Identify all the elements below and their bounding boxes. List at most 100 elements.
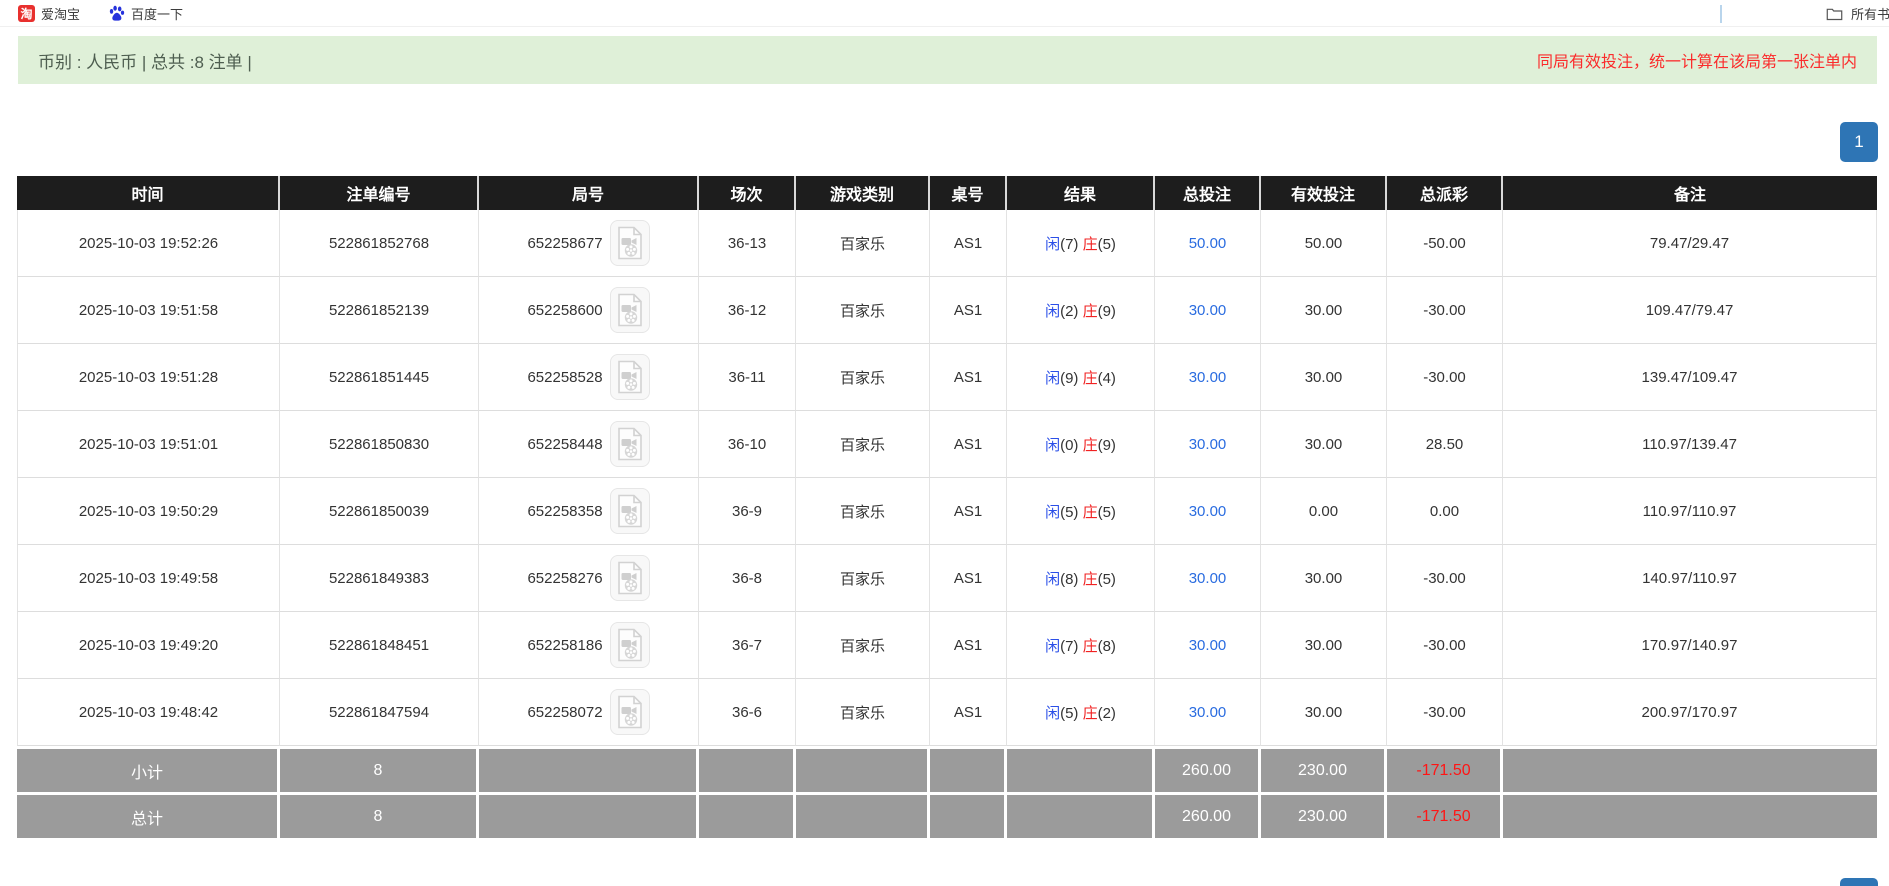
- bookmark-taobao[interactable]: 淘 爱淘宝: [18, 4, 80, 23]
- table-no: AS1: [930, 679, 1007, 746]
- game-type: 百家乐: [796, 545, 930, 612]
- table-row: 2025-10-03 19:49:58522861849383652258276…: [17, 545, 1877, 612]
- result-player-label: 闲: [1045, 705, 1060, 722]
- video-replay-button[interactable]: [610, 421, 650, 467]
- video-replay-button[interactable]: [610, 622, 650, 668]
- pagination-page-button-bottom[interactable]: 1: [1840, 878, 1878, 886]
- video-replay-button[interactable]: [610, 555, 650, 601]
- payout: -30.00: [1387, 344, 1503, 411]
- total-bet-link[interactable]: 30.00: [1189, 503, 1227, 520]
- bet-id: 522861850039: [280, 478, 479, 545]
- game-number: 652258072: [527, 704, 602, 721]
- bet-time: 2025-10-03 19:51:58: [17, 277, 280, 344]
- total-bet-link[interactable]: 50.00: [1189, 235, 1227, 252]
- game-no-wrap: 652258528: [479, 354, 698, 400]
- game-no-wrap: 652258358: [479, 488, 698, 534]
- bet-id: 522861852768: [280, 210, 479, 277]
- game-type: 百家乐: [796, 277, 930, 344]
- session-no: 36-7: [699, 612, 796, 679]
- valid-bet: 30.00: [1261, 344, 1387, 411]
- result-banker-label: 庄: [1083, 437, 1098, 454]
- game-no-wrap: 652258600: [479, 287, 698, 333]
- payout: -50.00: [1387, 210, 1503, 277]
- game-number: 652258358: [527, 503, 602, 520]
- table-no: AS1: [930, 411, 1007, 478]
- column-header: 总投注: [1155, 176, 1261, 210]
- table-row: 2025-10-03 19:51:01522861850830652258448…: [17, 411, 1877, 478]
- summary-empty-cell: [1503, 746, 1877, 792]
- total-bet-link[interactable]: 30.00: [1189, 369, 1227, 386]
- game-type: 百家乐: [796, 344, 930, 411]
- video-replay-icon: [617, 628, 643, 662]
- total-row: 总计8 260.00230.00-171.50: [17, 792, 1877, 838]
- baidu-icon: [108, 5, 125, 22]
- bet-id: 522861851445: [280, 344, 479, 411]
- remark: 79.47/29.47: [1503, 210, 1877, 277]
- total-bet-link[interactable]: 30.00: [1189, 637, 1227, 654]
- video-replay-button[interactable]: [610, 220, 650, 266]
- summary-empty-cell: [930, 792, 1007, 838]
- page: 淘 爱淘宝 百度一下 所有书签 币别 : 人民币 | 总共 :8 注单 | 同局…: [0, 0, 1889, 886]
- game-number: 652258276: [527, 570, 602, 587]
- video-replay-icon: [617, 226, 643, 260]
- game-no-cell: 652258072: [479, 679, 699, 746]
- table-no: AS1: [930, 612, 1007, 679]
- summary-valid-bet: 230.00: [1261, 746, 1387, 792]
- result-player-score: (7): [1060, 638, 1083, 655]
- result-banker-score: (8): [1098, 638, 1116, 655]
- result-player-label: 闲: [1045, 236, 1060, 253]
- video-replay-button[interactable]: [610, 287, 650, 333]
- all-bookmarks[interactable]: 所有书签: [1720, 0, 1889, 27]
- column-header: 场次: [699, 176, 796, 210]
- result-cell: 闲(7) 庄(8): [1007, 612, 1155, 679]
- game-number: 652258528: [527, 369, 602, 386]
- result-cell: 闲(5) 庄(2): [1007, 679, 1155, 746]
- table-row: 2025-10-03 19:52:26522861852768652258677…: [17, 210, 1877, 277]
- summary-count: 8: [280, 792, 479, 838]
- game-type: 百家乐: [796, 210, 930, 277]
- summary-empty-cell: [930, 746, 1007, 792]
- subtotal-row: 小计8 260.00230.00-171.50: [17, 746, 1877, 792]
- payout: 28.50: [1387, 411, 1503, 478]
- column-header: 时间: [17, 176, 280, 210]
- video-replay-button[interactable]: [610, 689, 650, 735]
- summary-empty-cell: [796, 746, 930, 792]
- result-banker-label: 庄: [1083, 571, 1098, 588]
- session-no: 36-8: [699, 545, 796, 612]
- total-bet-cell: 50.00: [1155, 210, 1261, 277]
- total-bet-link[interactable]: 30.00: [1189, 436, 1227, 453]
- total-bet-cell: 30.00: [1155, 679, 1261, 746]
- total-bet-link[interactable]: 30.00: [1189, 704, 1227, 721]
- video-replay-icon: [617, 427, 643, 461]
- result-banker-score: (9): [1098, 437, 1116, 454]
- column-header: 注单编号: [280, 176, 479, 210]
- video-replay-icon: [617, 360, 643, 394]
- column-header: 游戏类别: [796, 176, 930, 210]
- remark: 140.97/110.97: [1503, 545, 1877, 612]
- result-player-score: (5): [1060, 504, 1083, 521]
- column-header: 结果: [1007, 176, 1155, 210]
- total-bet-link[interactable]: 30.00: [1189, 570, 1227, 587]
- valid-bet: 30.00: [1261, 612, 1387, 679]
- game-no-cell: 652258276: [479, 545, 699, 612]
- bookmark-baidu[interactable]: 百度一下: [108, 4, 183, 23]
- valid-bet: 30.00: [1261, 679, 1387, 746]
- valid-bet: 50.00: [1261, 210, 1387, 277]
- summary-payout: -171.50: [1387, 792, 1503, 838]
- bet-time: 2025-10-03 19:52:26: [17, 210, 280, 277]
- bet-id: 522861852139: [280, 277, 479, 344]
- result-cell: 闲(8) 庄(5): [1007, 545, 1155, 612]
- remark: 139.47/109.47: [1503, 344, 1877, 411]
- video-replay-button[interactable]: [610, 488, 650, 534]
- game-type: 百家乐: [796, 679, 930, 746]
- bet-records-table: 时间注单编号局号场次游戏类别桌号结果总投注有效投注总派彩备注 2025-10-0…: [17, 176, 1877, 838]
- table-no: AS1: [930, 545, 1007, 612]
- taobao-icon: 淘: [18, 5, 35, 22]
- total-bet-link[interactable]: 30.00: [1189, 302, 1227, 319]
- bet-time: 2025-10-03 19:49:58: [17, 545, 280, 612]
- pagination-page-button[interactable]: 1: [1840, 122, 1878, 162]
- game-no-wrap: 652258276: [479, 555, 698, 601]
- video-replay-button[interactable]: [610, 354, 650, 400]
- table-row: 2025-10-03 19:49:20522861848451652258186…: [17, 612, 1877, 679]
- total-bet-cell: 30.00: [1155, 411, 1261, 478]
